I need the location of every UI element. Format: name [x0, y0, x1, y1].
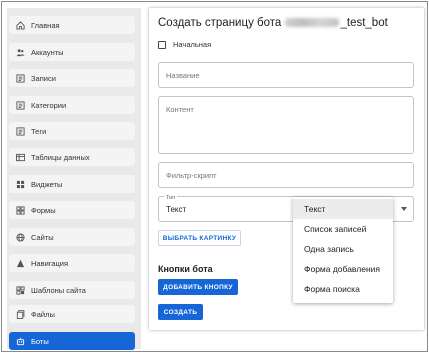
type-select-value: Текст — [166, 205, 187, 214]
forms-icon — [15, 205, 25, 215]
templates-icon — [15, 285, 25, 295]
content-placeholder: Контент — [166, 105, 194, 114]
globe-icon — [15, 232, 25, 242]
sidebar-item-label: Категории — [31, 100, 67, 110]
dropdown-option-search-form[interactable]: Форма поиска — [293, 279, 393, 299]
create-button[interactable]: СОЗДАТЬ — [158, 304, 203, 320]
sidebar-item-label: Таблицы данных — [31, 152, 90, 162]
sidebar-item-label: Виджеты — [31, 179, 63, 189]
initial-checkbox-row[interactable]: Начальная — [158, 40, 211, 49]
sidebar-item-label: Теги — [31, 126, 47, 136]
initial-checkbox-label: Начальная — [173, 40, 212, 49]
name-placeholder: Название — [166, 71, 200, 80]
records-icon — [15, 73, 25, 83]
page-title-prefix: Создать страницу бота — [158, 17, 282, 29]
initial-checkbox[interactable] — [158, 40, 166, 49]
sidebar-item-templates[interactable]: Шаблоны сайта — [9, 281, 135, 299]
sidebar-item-accounts[interactable]: Аккаунты — [9, 43, 135, 61]
sidebar-item-categories[interactable]: Категории — [9, 96, 135, 114]
sidebar-item-label: Аккаунты — [31, 47, 64, 57]
name-field[interactable]: Название — [158, 62, 414, 88]
sidebar-item-forms[interactable]: Формы — [9, 201, 135, 219]
type-dropdown-menu: Текст Список записей Одна запись Форма д… — [293, 197, 393, 303]
filter-script-field[interactable]: Фильтр-скрипт — [158, 162, 414, 188]
sidebar-item-label: Главная — [31, 20, 60, 30]
sidebar-item-home[interactable]: Главная — [9, 16, 135, 34]
sidebar-item-label: Формы — [31, 205, 56, 215]
filter-script-placeholder: Фильтр-скрипт — [166, 171, 217, 180]
page-title: Создать страницу бота _test_bot — [158, 17, 388, 29]
sidebar-item-globe[interactable]: Сайты — [9, 228, 135, 246]
files-icon — [15, 309, 25, 319]
type-select-label: Тип — [164, 195, 178, 201]
sidebar-item-table[interactable]: Таблицы данных — [9, 148, 135, 166]
sidebar-item-navigation[interactable]: Навигация — [9, 254, 135, 272]
sidebar-item-label: Шаблоны сайта — [31, 285, 86, 295]
tags-icon — [15, 126, 25, 136]
sidebar-item-label: Файлы — [31, 309, 55, 319]
sidebar-item-tags[interactable]: Теги — [9, 122, 135, 140]
sidebar-item-bot[interactable]: Боты — [9, 332, 135, 350]
redacted-bot-name — [285, 18, 340, 27]
select-image-button[interactable]: ВЫБРАТЬ КАРТИНКУ — [158, 230, 241, 246]
dropdown-option-add-form[interactable]: Форма добавления — [293, 259, 393, 279]
home-icon — [15, 20, 25, 30]
accounts-icon — [15, 47, 25, 57]
page-title-suffix: _test_bot — [340, 17, 388, 29]
sidebar-item-label: Записи — [31, 73, 56, 83]
sidebar-item-records[interactable]: Записи — [9, 69, 135, 87]
categories-icon — [15, 100, 25, 110]
content-field[interactable]: Контент — [158, 96, 414, 154]
bot-icon — [15, 336, 25, 346]
add-button-button[interactable]: ДОБАВИТЬ КНОПКУ — [158, 279, 238, 295]
dropdown-option-records-list[interactable]: Список записей — [293, 219, 393, 239]
sidebar-item-widgets[interactable]: Виджеты — [9, 175, 135, 193]
dropdown-option-text[interactable]: Текст — [293, 199, 393, 219]
chevron-down-icon — [401, 207, 407, 211]
navigation-icon — [15, 258, 25, 268]
sidebar-item-files[interactable]: Файлы — [9, 305, 135, 323]
dropdown-option-single-record[interactable]: Одна запись — [293, 239, 393, 259]
widgets-icon — [15, 179, 25, 189]
sidebar-item-label: Навигация — [31, 258, 69, 268]
sidebar-item-label: Сайты — [31, 232, 54, 242]
table-icon — [15, 152, 25, 162]
bot-buttons-title: Кнопки бота — [158, 264, 213, 274]
sidebar-item-label: Боты — [31, 336, 49, 346]
